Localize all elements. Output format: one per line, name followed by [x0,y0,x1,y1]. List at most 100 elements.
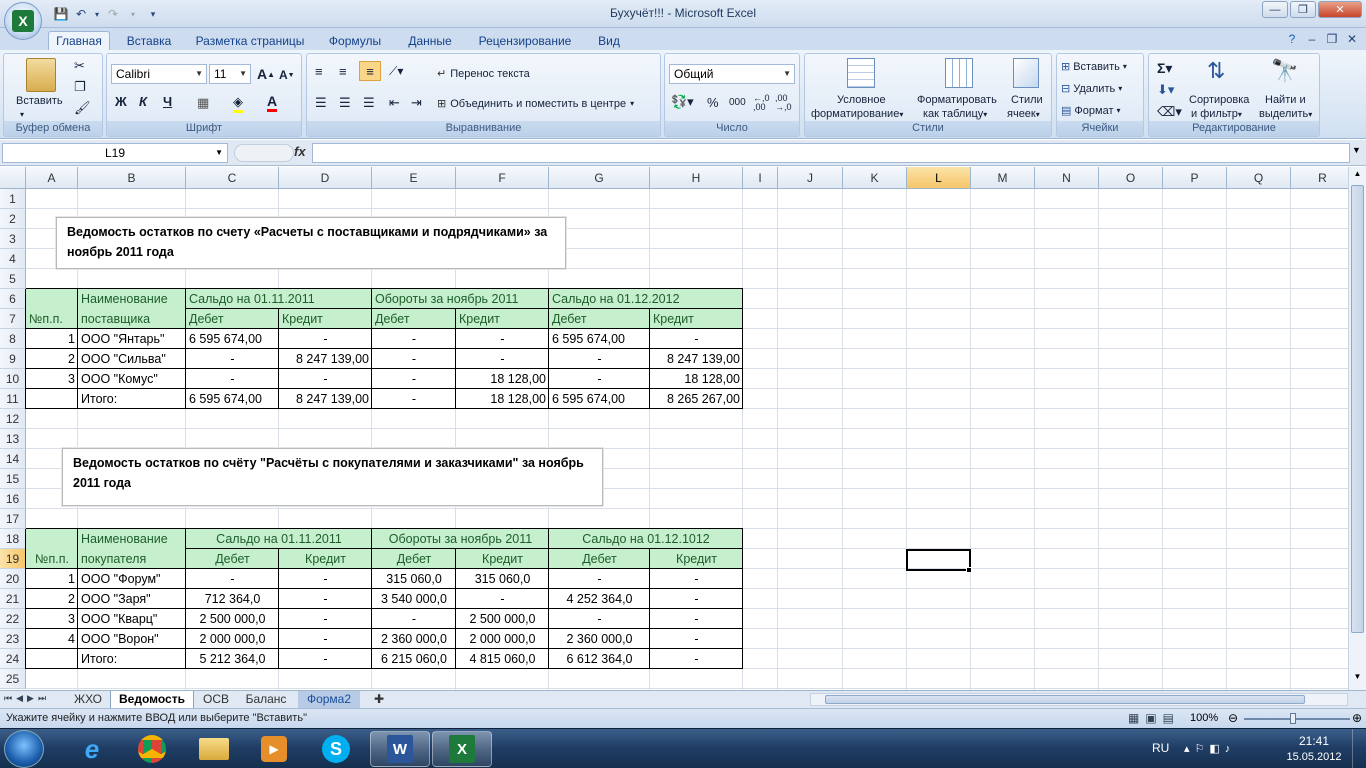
view-buttons-icon[interactable]: ▦▣▤ [1128,711,1180,725]
row-header-17[interactable]: 17 [0,509,26,529]
cell-h8[interactable]: - [650,329,743,349]
cell-c23[interactable]: 2 000 000,0 [186,629,279,649]
cut-icon[interactable]: ✂ [74,58,85,74]
increase-indent-icon[interactable]: ⇥ [411,95,422,111]
row-header-12[interactable]: 12 [0,409,26,429]
cell-b23[interactable]: ООО "Ворон" [78,629,186,649]
cell-f9[interactable]: - [456,349,549,369]
column-header-a[interactable]: A [26,167,78,189]
cell-b8[interactable]: ООО "Янтарь" [78,329,186,349]
cell-f20[interactable]: 315 060,0 [456,569,549,589]
cell-d7[interactable]: Кредит [279,309,372,329]
cell-d20[interactable]: - [279,569,372,589]
row-header-9[interactable]: 9 [0,349,26,369]
column-header-o[interactable]: O [1099,167,1163,189]
align-top-icon[interactable]: ≡ [315,64,323,79]
italic-button[interactable]: К [139,94,147,109]
cell-e18[interactable]: Обороты за ноябрь 2011 [372,529,549,549]
column-header-h[interactable]: H [650,167,743,189]
tab-formulas[interactable]: Формулы [318,31,392,50]
expand-formula-bar-icon[interactable]: ▼ [1352,145,1361,155]
horizontal-scrollbar[interactable] [810,693,1348,706]
cell-h7[interactable]: Кредит [650,309,743,329]
cell-styles-button[interactable]: ячеек ▾ [1007,108,1040,120]
cell-c19[interactable]: Дебет [186,549,279,569]
delete-cells-button[interactable]: ⊟ Удалить ▾ [1061,82,1122,96]
cell-h20[interactable]: - [650,569,743,589]
cell-f24[interactable]: 4 815 060,0 [456,649,549,669]
cell-g19[interactable]: Дебет [549,549,650,569]
shrink-font-icon[interactable]: A ▼ [279,68,295,82]
column-header-r[interactable]: R [1291,167,1348,189]
cell-a11[interactable] [26,389,78,409]
formula-input[interactable] [312,143,1350,163]
row-header-18[interactable]: 18 [0,529,26,549]
cell-c20[interactable]: - [186,569,279,589]
row-header-5[interactable]: 5 [0,269,26,289]
column-header-e[interactable]: E [372,167,456,189]
cell-e11[interactable]: - [372,389,456,409]
clock-date[interactable]: 15.05.2012 [1280,751,1348,763]
cell-b22[interactable]: ООО "Кварц" [78,609,186,629]
zoom-slider-thumb[interactable] [1290,713,1296,724]
taskbar-skype-icon[interactable]: S [306,731,366,767]
sheet-tab-osv[interactable]: ОСВ [196,691,236,708]
taskbar-ie-icon[interactable]: e [62,731,122,767]
align-right-icon[interactable]: ☰ [363,95,375,111]
row-header-7[interactable]: 7 [0,309,26,329]
minimize-button[interactable]: — [1262,1,1288,18]
scroll-down-icon[interactable]: ▼ [1351,672,1364,686]
start-button-icon[interactable] [4,730,44,768]
percent-icon[interactable]: % [707,95,719,110]
insert-sheet-icon[interactable]: ✚ [366,691,392,708]
cell-h22[interactable]: - [650,609,743,629]
cell-b18[interactable]: Наименование [78,529,186,549]
cell-e24[interactable]: 6 215 060,0 [372,649,456,669]
cell-d8[interactable]: - [279,329,372,349]
cell-a7[interactable]: №п.п. [26,309,78,329]
cell-h9[interactable]: 8 247 139,00 [650,349,743,369]
cell-d10[interactable]: - [279,369,372,389]
sort-filter-line1[interactable]: Сортировка [1189,94,1249,106]
cell-b10[interactable]: ООО "Комус" [78,369,186,389]
format-as-table-icon[interactable] [945,58,973,88]
horizontal-scroll-thumb[interactable] [825,695,1305,704]
zoom-out-icon[interactable]: ⊖ [1228,711,1238,725]
name-box[interactable]: L19 ▼ [2,143,228,163]
row-header-4[interactable]: 4 [0,249,26,269]
cell-a23[interactable]: 4 [26,629,78,649]
cell-d21[interactable]: - [279,589,372,609]
cell-b7[interactable]: поставщика [78,309,186,329]
column-header-m[interactable]: M [971,167,1035,189]
ribbon-restore-icon[interactable]: ❐ [1323,30,1341,48]
cell-e7[interactable]: Дебет [372,309,456,329]
cell-d23[interactable]: - [279,629,372,649]
cell-g20[interactable]: - [549,569,650,589]
tab-review[interactable]: Рецензирование [470,31,580,50]
cell-e19[interactable]: Дебет [372,549,456,569]
cell-b11[interactable]: Итого: [78,389,186,409]
show-desktop-button[interactable] [1352,729,1366,768]
vertical-scrollbar[interactable]: ▲ ▼ [1348,167,1366,690]
row-header-11[interactable]: 11 [0,389,26,409]
column-header-f[interactable]: F [456,167,549,189]
cell-c22[interactable]: 2 500 000,0 [186,609,279,629]
cell-b9[interactable]: ООО "Сильва" [78,349,186,369]
cell-e22[interactable]: - [372,609,456,629]
text-box-suppliers[interactable]: Ведомость остатков по счету «Расчеты с п… [56,217,566,269]
cell-a19[interactable]: №п.п. [26,549,78,569]
sheet-tab-forma2[interactable]: Форма2 [298,691,360,708]
cell-c8[interactable]: 6 595 674,00 [186,329,279,349]
cell-f11[interactable]: 18 128,00 [456,389,549,409]
cell-f7[interactable]: Кредит [456,309,549,329]
cell-b20[interactable]: ООО "Форум" [78,569,186,589]
ribbon-minimize-icon[interactable]: – [1303,30,1321,48]
row-header-13[interactable]: 13 [0,429,26,449]
find-select-icon[interactable]: 🔭 [1271,58,1298,84]
cell-f8[interactable]: - [456,329,549,349]
currency-icon[interactable]: 💱▾ [671,94,694,110]
taskbar-chrome-icon[interactable] [122,731,182,767]
column-header-p[interactable]: P [1163,167,1227,189]
conditional-format-line1[interactable]: Условное [837,94,886,106]
cell-a10[interactable]: 3 [26,369,78,389]
